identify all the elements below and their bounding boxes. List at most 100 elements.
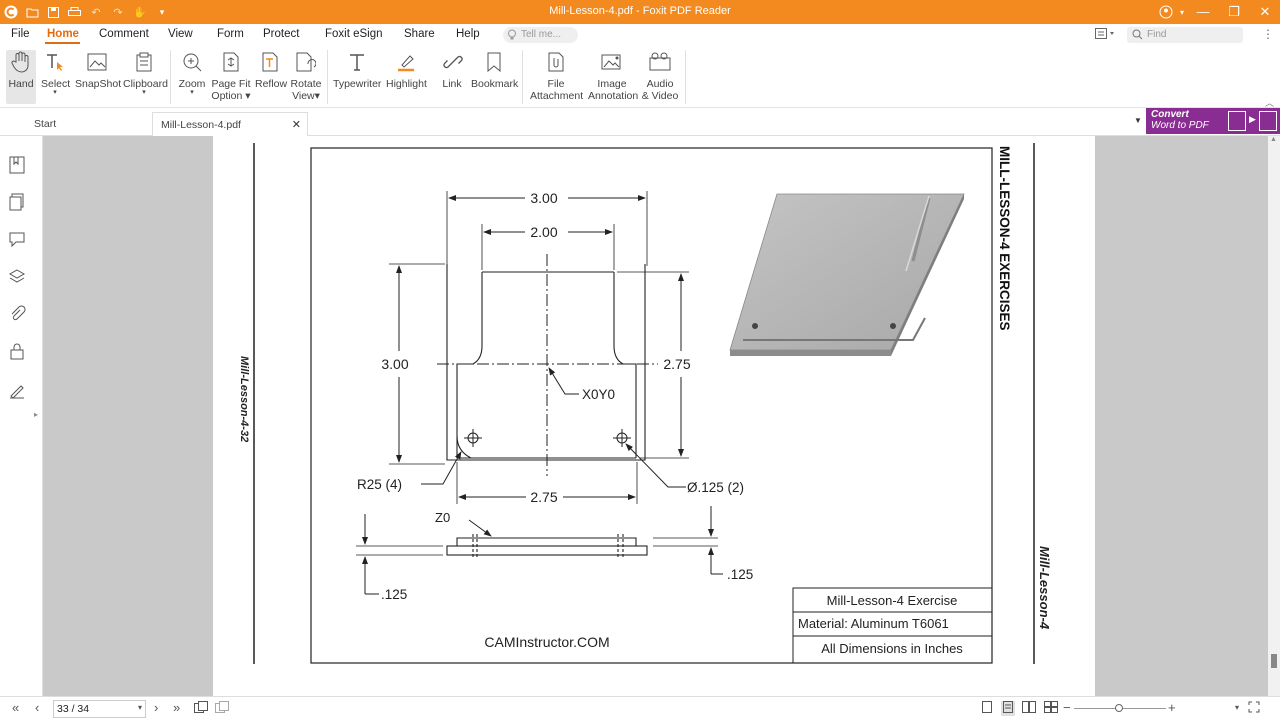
- attachments-panel-icon[interactable]: [8, 305, 26, 323]
- file-attachment-label-2: Attachment: [530, 90, 584, 102]
- page-thumbnails-icon[interactable]: [8, 193, 26, 211]
- typewriter-label: Typewriter: [333, 78, 382, 90]
- link-icon: [440, 50, 466, 74]
- layers-panel-icon[interactable]: [8, 268, 26, 286]
- bookmark-button[interactable]: Bookmark: [471, 50, 519, 90]
- menu-home[interactable]: Home: [47, 28, 79, 40]
- image-annotation-label-1: Image: [597, 78, 627, 90]
- hole-right: [613, 429, 631, 447]
- continuous-view-icon[interactable]: [1001, 701, 1015, 716]
- continuous-page-icon[interactable]: [194, 701, 208, 716]
- hand-label: Hand: [8, 78, 34, 90]
- dim-bottom: 2.75: [530, 489, 557, 505]
- audio-video-button[interactable]: Audio & Video: [640, 50, 680, 102]
- hand-tool-button[interactable]: Hand: [6, 50, 36, 104]
- vertical-scrollbar[interactable]: ▲: [1268, 136, 1280, 696]
- reflow-button[interactable]: Reflow: [255, 50, 288, 90]
- copy-page-icon[interactable]: [215, 701, 229, 716]
- link-button[interactable]: Link: [440, 50, 464, 90]
- navigation-panel: ▸: [0, 136, 43, 696]
- zoom-button[interactable]: Zoom ▾: [177, 50, 207, 96]
- image-annotation-icon: [599, 50, 625, 74]
- close-window-button[interactable]: ✕: [1250, 2, 1280, 22]
- zoom-out-icon[interactable]: −: [1063, 701, 1071, 715]
- select-tool-button[interactable]: Select ▾: [41, 50, 70, 96]
- file-attachment-label-1: File: [547, 78, 565, 90]
- clipboard-icon: [131, 50, 157, 74]
- menu-protect[interactable]: Protect: [263, 28, 299, 40]
- snapshot-icon: [84, 50, 110, 74]
- restore-button[interactable]: ❐: [1219, 2, 1249, 22]
- bookmark-panel-icon[interactable]: [8, 156, 26, 174]
- rotate-view-button[interactable]: Rotate View▾: [289, 50, 323, 102]
- dim-left: 3.00: [381, 356, 408, 372]
- menu-foxit-esign[interactable]: Foxit eSign: [325, 28, 383, 40]
- lightbulb-icon: [507, 29, 517, 44]
- last-page-icon[interactable]: »: [173, 701, 180, 715]
- signature-panel-icon[interactable]: [8, 381, 26, 399]
- image-annotation-label-2: Annotation: [588, 90, 639, 102]
- thickness-right-label: .125: [727, 567, 753, 582]
- tab-list-chevron-icon[interactable]: ▼: [1134, 116, 1142, 125]
- find-input[interactable]: Find: [1127, 27, 1243, 43]
- tab-start[interactable]: Start: [26, 112, 152, 136]
- scroll-thumb[interactable]: [1271, 654, 1277, 668]
- reading-mode-icon[interactable]: [1095, 28, 1115, 43]
- file-attachment-button[interactable]: File Attachment: [530, 50, 584, 102]
- menu-share[interactable]: Share: [404, 28, 435, 40]
- zoom-in-icon[interactable]: +: [1168, 701, 1176, 715]
- hole-label: Ø.125 (2): [687, 480, 744, 495]
- menu-form[interactable]: Form: [217, 28, 244, 40]
- thickness-left-label: .125: [381, 587, 407, 602]
- account-icon[interactable]: [1158, 4, 1174, 20]
- dim-top-outer: 3.00: [530, 190, 557, 206]
- audio-video-label-1: Audio: [646, 78, 674, 90]
- close-tab-icon[interactable]: ✕: [292, 113, 301, 137]
- page-fit-option-button[interactable]: Page Fit Option ▾: [211, 50, 251, 102]
- tab-document[interactable]: Mill-Lesson-4.pdf ✕: [152, 112, 308, 136]
- fullscreen-icon[interactable]: [1248, 701, 1260, 716]
- promo-line-1: Convert: [1151, 109, 1189, 120]
- left-margin-label: Mill-Lesson-4-32: [238, 356, 250, 442]
- rotate-view-icon: [293, 50, 319, 74]
- audio-video-label-2: & Video: [641, 90, 679, 102]
- menu-view[interactable]: View: [168, 28, 193, 40]
- hole-left: [464, 429, 482, 447]
- zoom-slider-thumb[interactable]: [1115, 704, 1123, 712]
- highlight-button[interactable]: Highlight: [386, 50, 427, 90]
- previous-page-icon[interactable]: ‹: [35, 701, 39, 715]
- typewriter-button[interactable]: Typewriter: [333, 50, 381, 90]
- zoom-dropdown-icon[interactable]: ▾: [1235, 701, 1239, 715]
- menu-bar: File Home Comment View Form Protect Foxi…: [0, 24, 1280, 46]
- menu-help[interactable]: Help: [456, 28, 480, 40]
- image-annotation-button[interactable]: Image Annotation: [588, 50, 639, 102]
- single-page-view-icon[interactable]: [981, 701, 993, 716]
- ribbon-separator: [685, 50, 686, 104]
- scroll-up-arrow-icon[interactable]: ▲: [1270, 136, 1277, 143]
- bookmark-label: Bookmark: [471, 78, 519, 90]
- next-page-icon[interactable]: ›: [154, 701, 158, 715]
- hand-icon: [8, 50, 34, 74]
- rotate-label-2: View: [292, 90, 315, 102]
- reflow-label: Reflow: [255, 78, 288, 90]
- expand-panel-icon[interactable]: ▸: [34, 410, 38, 419]
- part-top-view: [446, 264, 646, 461]
- page-number-input[interactable]: 33 / 34: [53, 700, 146, 718]
- document-view[interactable]: Mill-Lesson-4-32 Mill-Lesson-4 MILL-LESS…: [43, 136, 1268, 696]
- dim-top-inner: 2.00: [530, 224, 557, 240]
- snapshot-button[interactable]: SnapShot: [75, 50, 122, 90]
- menu-file[interactable]: File: [11, 28, 30, 40]
- more-options-icon[interactable]: ⋮: [1262, 27, 1274, 41]
- menu-comment[interactable]: Comment: [99, 28, 149, 40]
- page-dropdown-icon[interactable]: ▾: [138, 701, 142, 715]
- minimize-button[interactable]: —: [1188, 2, 1218, 22]
- continuous-facing-view-icon[interactable]: [1044, 701, 1058, 716]
- facing-view-icon[interactable]: [1022, 701, 1036, 716]
- zoom-slider[interactable]: [1074, 704, 1166, 712]
- security-panel-icon[interactable]: [8, 342, 26, 360]
- clipboard-button[interactable]: Clipboard ▾: [123, 50, 168, 96]
- first-page-icon[interactable]: «: [12, 701, 19, 715]
- comments-panel-icon[interactable]: [8, 230, 26, 248]
- convert-word-to-pdf-banner[interactable]: Convert Word to PDF ▶: [1146, 108, 1280, 134]
- snapshot-label: SnapShot: [75, 78, 122, 90]
